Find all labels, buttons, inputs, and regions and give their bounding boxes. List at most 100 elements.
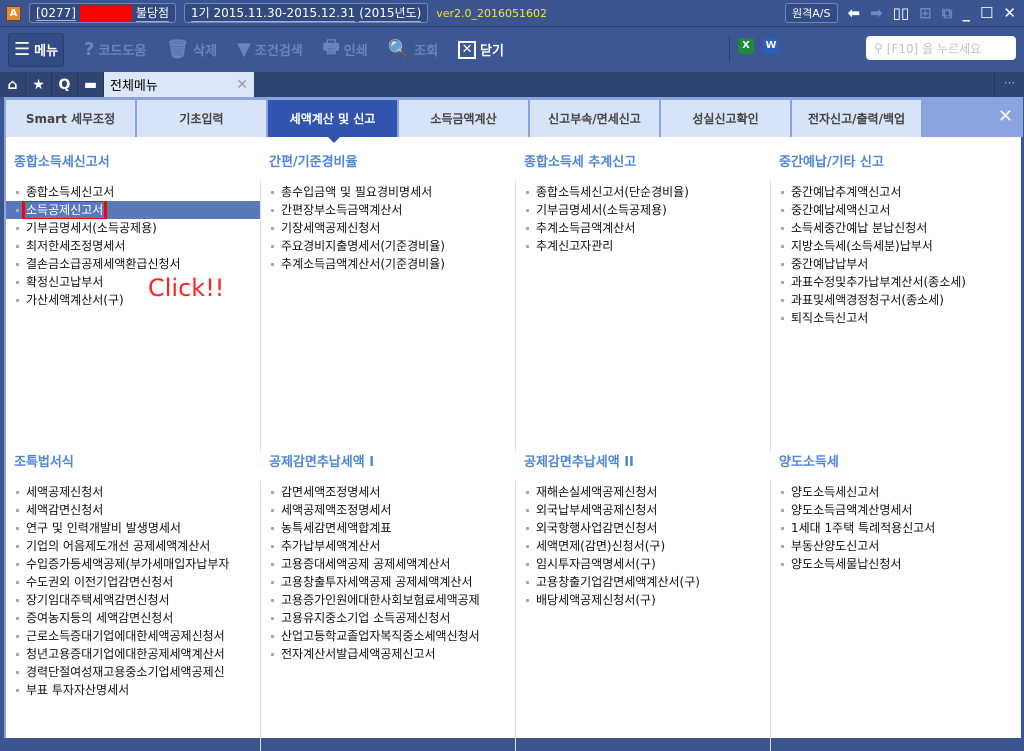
section-title: 양도소득세 — [779, 455, 839, 470]
menu-item[interactable]: 부표 투자자산명세서 — [6, 681, 260, 699]
word-icon[interactable]: W — [763, 38, 779, 54]
menu-button[interactable]: ☰ 메뉴 — [8, 32, 64, 67]
menu-item[interactable]: 결손금소급공제세액환급신청서 — [6, 255, 260, 273]
close-button[interactable]: ✕ 닫기 — [458, 40, 504, 59]
menu-item[interactable]: 세액공제액조정명세서 — [261, 501, 515, 519]
menu-item[interactable]: 배당세액공제신청서(구) — [516, 591, 770, 609]
menu-item[interactable]: 수도권외 이전기업감면신청서 — [6, 573, 260, 591]
menu-tab[interactable]: 세액계산 및 신고 — [268, 100, 399, 143]
menu-item[interactable]: 고용증가인원에대한사회보험료세액공제 — [261, 591, 515, 609]
menu-search-input[interactable]: ⚲ [F10] 을 누르세요 — [866, 36, 1016, 60]
company-selector[interactable]: [0277] 불당점 — [29, 3, 177, 23]
menu-tab[interactable]: 성실신고확인 — [661, 100, 792, 137]
menu-item[interactable]: 고용창출투자세액공제 공제세액계산서 — [261, 573, 515, 591]
close-label: 닫기 — [480, 44, 504, 59]
menu-item[interactable]: 고용증대세액공제 공제세액계산서 — [261, 555, 515, 573]
tab-close-icon[interactable]: ✕ — [236, 77, 248, 93]
menu-item[interactable]: 세액면제(감면)신청서(구) — [516, 537, 770, 555]
menu-item[interactable]: 부동산양도신고서 — [771, 537, 1024, 555]
menu-item[interactable]: 퇴직소득신고서 — [771, 309, 1024, 327]
menu-tab[interactable]: 전자신고/출력/백업 — [792, 100, 923, 137]
excel-icon[interactable]: X — [738, 38, 754, 54]
menu-item[interactable]: 재해손실세액공제신청서 — [516, 483, 770, 501]
menu-item[interactable]: 임시투자금액명세서(구) — [516, 555, 770, 573]
menu-item[interactable]: 추가납부세액계산서 — [261, 537, 515, 555]
panel-close-icon[interactable]: ✕ — [998, 106, 1013, 127]
menu-item[interactable]: 연구 및 인력개발비 발생명세서 — [6, 519, 260, 537]
forward-arrow-icon[interactable]: ➡ — [870, 4, 883, 22]
menu-item[interactable]: 외국납부세액공제신청서 — [516, 501, 770, 519]
quick-search-icon[interactable]: Q — [52, 72, 78, 97]
print-button[interactable]: 🖶 인쇄 — [323, 35, 368, 65]
menu-item[interactable]: 외국항행사업감면신청서 — [516, 519, 770, 537]
star-icon[interactable]: ★ — [26, 72, 52, 97]
menu-item[interactable]: 기장세액공제신청서 — [261, 219, 515, 237]
close-window-icon[interactable]: ✕ — [1003, 4, 1016, 22]
menu-item[interactable]: 산업고등학교졸업자복직중소세액신청서 — [261, 627, 515, 645]
menu-tab[interactable]: 기초입력 — [137, 100, 268, 137]
menu-item[interactable]: 중간예납세액신고서 — [771, 201, 1024, 219]
menu-item[interactable]: 추계소득금액계산서(기준경비율) — [261, 255, 515, 273]
menu-item[interactable]: 기업의 어음제도개선 공제세액계산서 — [6, 537, 260, 555]
code-help-button[interactable]: ? 코드도움 — [84, 39, 146, 60]
home-icon[interactable]: ⌂ — [0, 72, 26, 97]
menu-item[interactable]: 소득세중간예납 분납신청서 — [771, 219, 1024, 237]
menu-item[interactable]: 수입증가등세액공제(부가세매입자납부자 — [6, 555, 260, 573]
tab-all-menu[interactable]: 전체메뉴 ✕ — [104, 72, 254, 97]
menu-tab[interactable]: 소득금액계산 — [399, 100, 530, 137]
more-icon[interactable]: ··· — [994, 72, 1024, 97]
menu-item[interactable]: 장기임대주택세액감면신청서 — [6, 591, 260, 609]
menu-tab[interactable]: 신고부속/면세신고 — [530, 100, 661, 137]
query-button[interactable]: 🔍 조회 — [388, 39, 438, 60]
book-icon[interactable]: ▯▯ — [893, 4, 910, 22]
menu-item[interactable]: 기부금명세서(소득공제용) — [6, 219, 260, 237]
menu-item[interactable]: 추계신고자관리 — [516, 237, 770, 255]
period-text: 1기 2015.11.30-2015.12.31 — [191, 6, 356, 22]
menu-item[interactable]: 종합소득세신고서(단순경비율) — [516, 183, 770, 201]
menu-item[interactable]: 기부금명세서(소득공제용) — [516, 201, 770, 219]
menu-item[interactable]: 감면세액조정명세서 — [261, 483, 515, 501]
menu-item[interactable]: 총수입금액 및 필요경비명세서 — [261, 183, 515, 201]
period-selector[interactable]: 1기 2015.11.30-2015.12.31 (2015년도) — [184, 3, 429, 23]
menu-section: 공제감면추납세액 I 감면세액조정명세서 세액공제액조정명세서 농특세감면세액합계표 추… — [261, 451, 516, 751]
search-placeholder: [F10] 을 누르세요 — [886, 41, 982, 56]
menu-item[interactable]: 소득공제신고서 — [6, 201, 260, 219]
back-arrow-icon[interactable]: ⬅ — [848, 4, 861, 22]
calendar-icon[interactable]: ▬ — [78, 72, 104, 97]
hamburger-icon: ☰ — [13, 39, 31, 60]
menu-tab[interactable]: Smart 세무조정 — [6, 100, 137, 137]
menu-item[interactable]: 종합소득세신고서 — [6, 183, 260, 201]
menu-item[interactable]: 중간예납추계액신고서 — [771, 183, 1024, 201]
menu-item[interactable]: 고용유지중소기업 소득공제신청서 — [261, 609, 515, 627]
menu-item[interactable]: 세액감면신청서 — [6, 501, 260, 519]
menu-item[interactable]: 1세대 1주택 특례적용신고서 — [771, 519, 1024, 537]
menu-item[interactable]: 추계소득금액계산서 — [516, 219, 770, 237]
delete-button[interactable]: 🗑 삭제 — [166, 39, 217, 60]
maximize-icon[interactable]: ☐ — [980, 4, 993, 22]
menu-item-label: 퇴직소득신고서 — [791, 311, 869, 325]
menu-item[interactable]: 경력단절여성재고용중소기업세액공제신 — [6, 663, 260, 681]
question-icon: ? — [84, 39, 95, 60]
filter-button[interactable]: ▼ 조건검색 — [237, 39, 303, 60]
menu-item[interactable]: 양도소득세신고서 — [771, 483, 1024, 501]
menu-item[interactable]: 과표및세액경정청구서(종소세) — [771, 291, 1024, 309]
menu-item[interactable]: 농특세감면세액합계표 — [261, 519, 515, 537]
minimize-icon[interactable]: _ — [962, 4, 970, 22]
menu-item[interactable]: 고용창출기업감면세액계산서(구) — [516, 573, 770, 591]
menu-item[interactable]: 주요경비지출명세서(기준경비율) — [261, 237, 515, 255]
menu-item[interactable]: 청년고용증대기업에대한공제세액계산서 — [6, 645, 260, 663]
menu-item[interactable]: 근로소득증대기업에대한세액공제신청서 — [6, 627, 260, 645]
remote-as-button[interactable]: 원격A/S — [785, 3, 838, 23]
menu-item[interactable]: 전자계산서발급세액공제신고서 — [261, 645, 515, 663]
menu-item[interactable]: 지방소득세(소득세분)납부서 — [771, 237, 1024, 255]
menu-item[interactable]: 세액공제신청서 — [6, 483, 260, 501]
menu-item[interactable]: 중간예납납부서 — [771, 255, 1024, 273]
menu-item[interactable]: 양도소득세물납신청서 — [771, 555, 1024, 573]
grid-icon[interactable]: ⊞ — [919, 4, 932, 22]
menu-item[interactable]: 간편장부소득금액계산서 — [261, 201, 515, 219]
menu-item[interactable]: 과표수정및추가납부계산서(종소세) — [771, 273, 1024, 291]
menu-item[interactable]: 최저한세조정명세서 — [6, 237, 260, 255]
cascade-icon[interactable]: ⧉ — [942, 4, 953, 22]
menu-item[interactable]: 양도소득금액계산명세서 — [771, 501, 1024, 519]
menu-item[interactable]: 증여농지등의 세액감면신청서 — [6, 609, 260, 627]
